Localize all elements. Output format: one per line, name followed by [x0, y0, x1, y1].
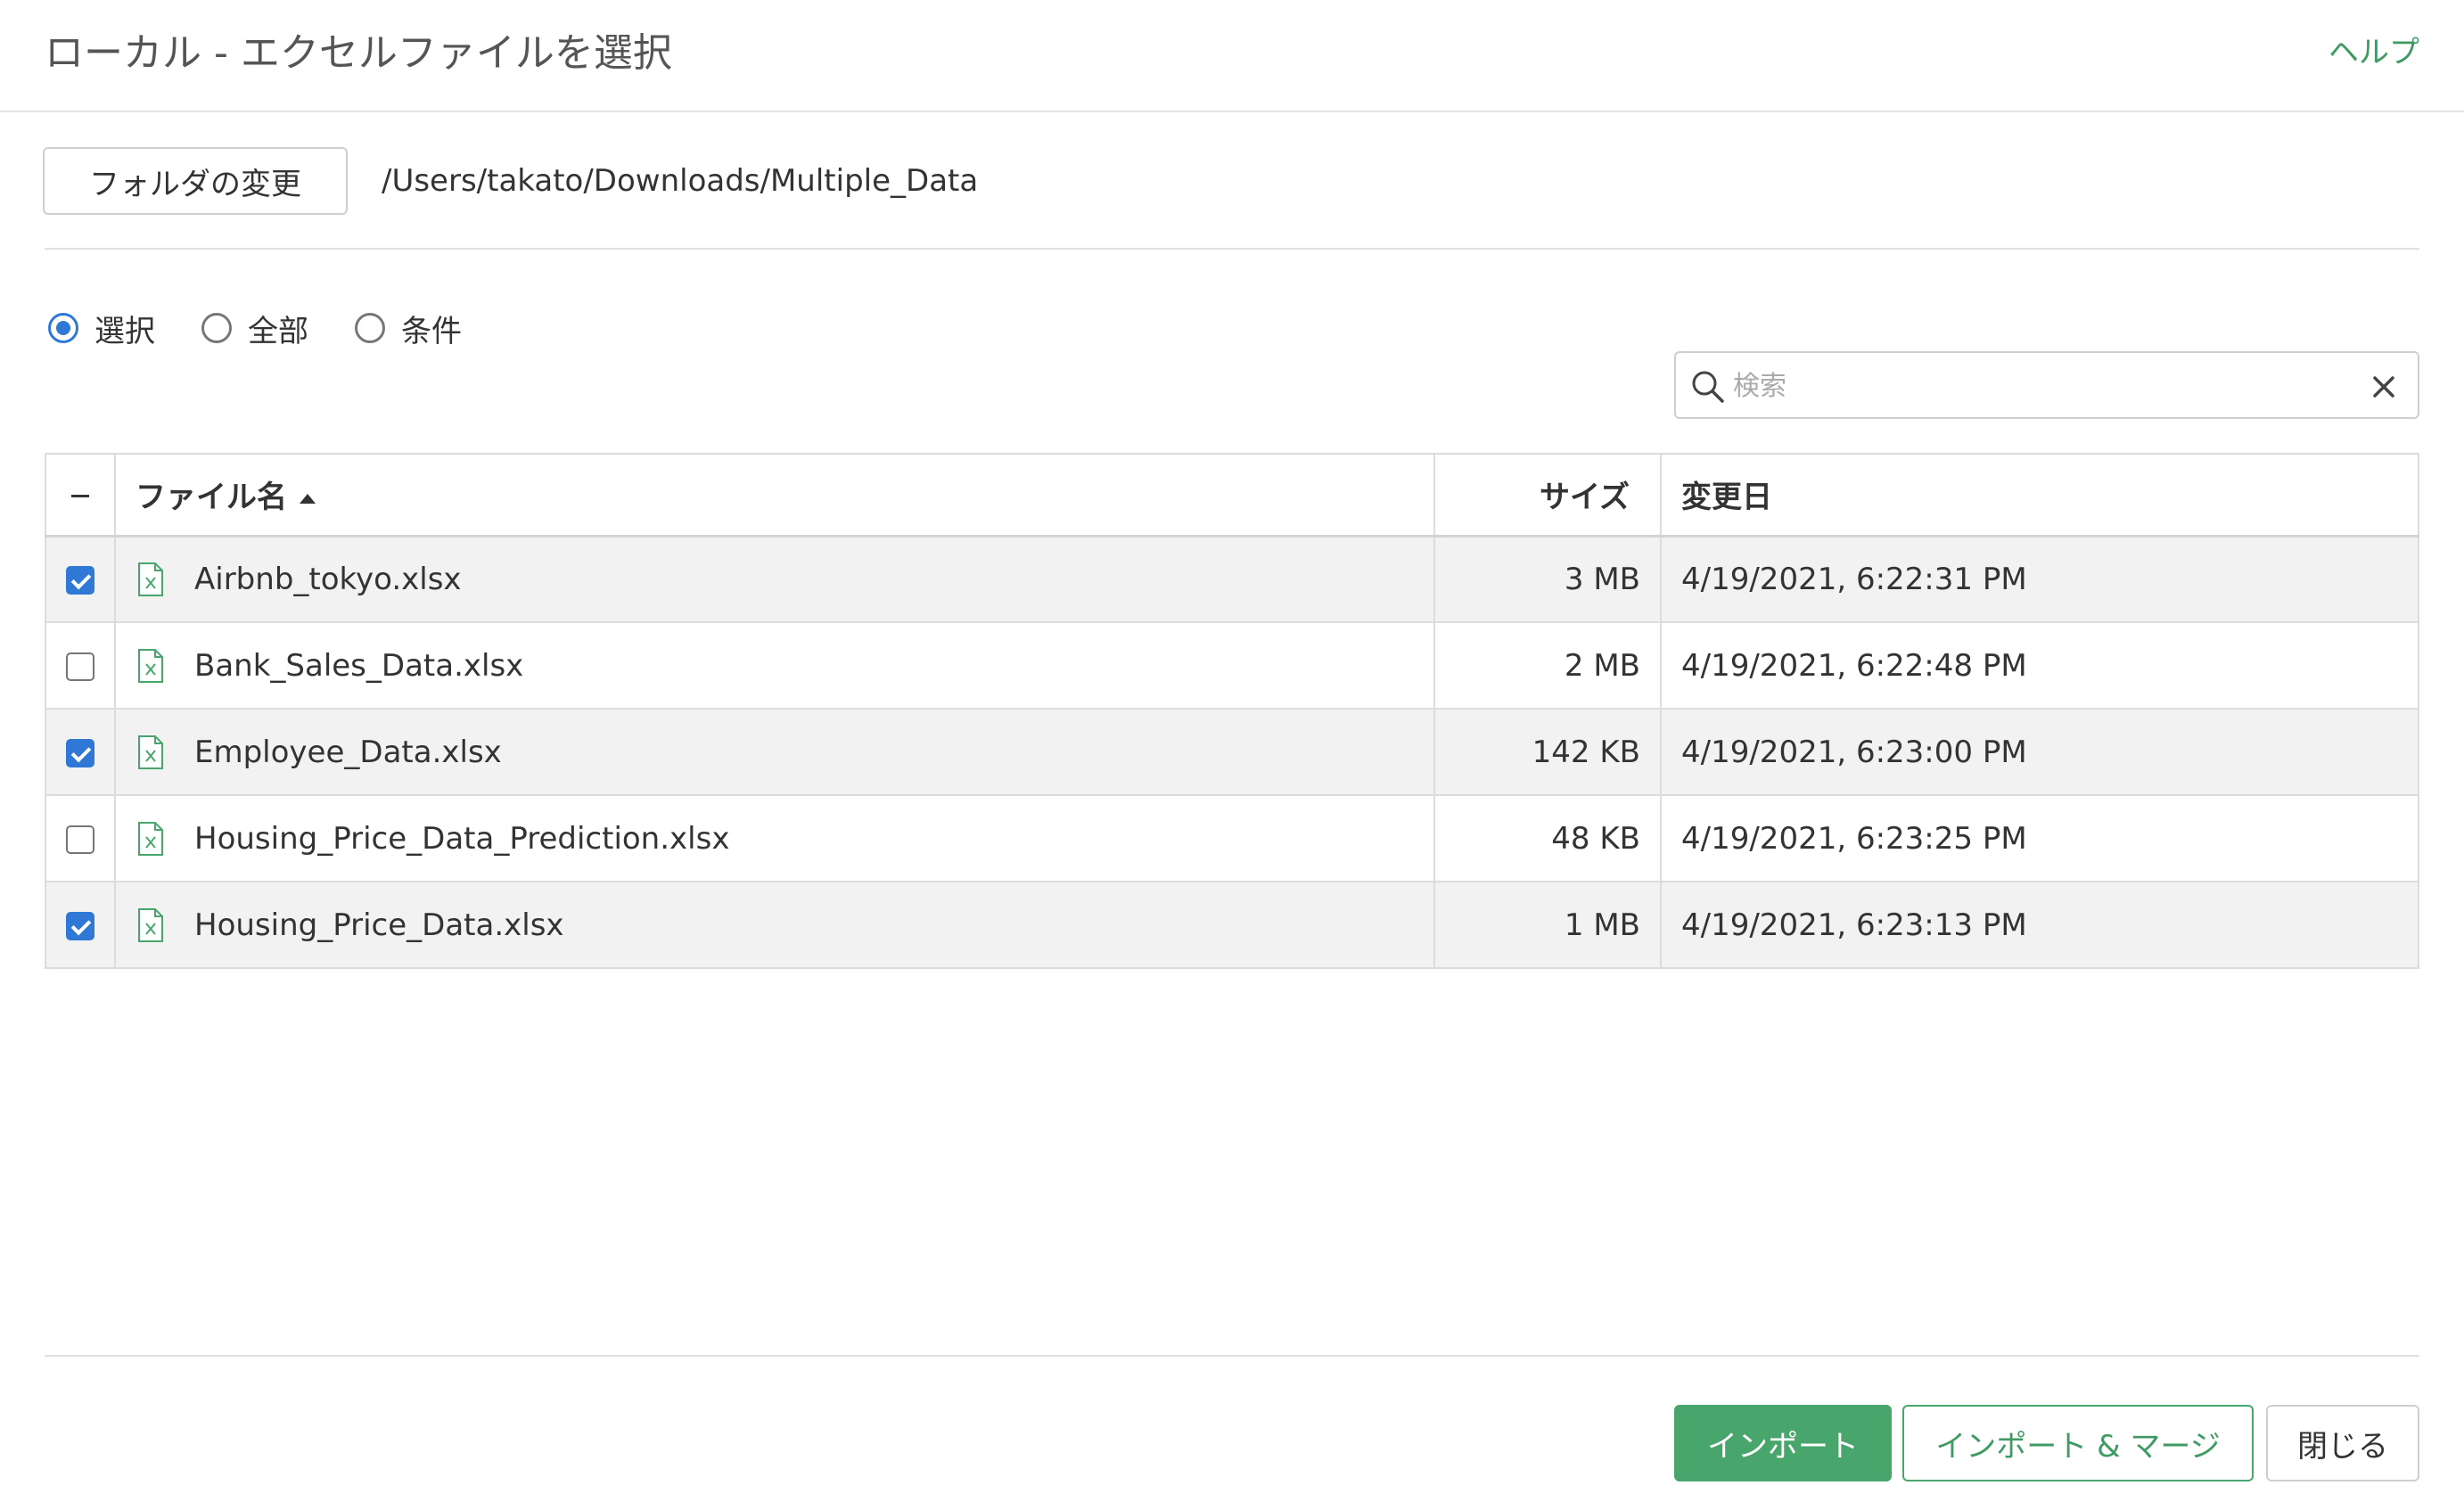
search-icon [1692, 371, 1724, 403]
excel-file-icon [138, 907, 163, 942]
row-checkbox-cell [45, 622, 116, 709]
dialog-header: ローカル - エクセルファイルを選択 ヘルプ [0, 0, 2464, 112]
row-checkbox-cell [45, 882, 116, 968]
radio-option-all[interactable]: 全部 [201, 307, 308, 350]
column-header-modified[interactable]: 変更日 [1661, 454, 2419, 536]
radio-button[interactable] [48, 313, 78, 343]
file-name: Housing_Price_Data.xlsx [194, 907, 564, 943]
column-header-name-label: ファイル名 [136, 480, 287, 516]
file-modified-date: 4/19/2021, 6:22:31 PM [1681, 561, 2027, 597]
column-header-name[interactable]: ファイル名 [115, 454, 1435, 536]
row-checkbox[interactable] [66, 566, 94, 595]
file-size: 3 MB [1434, 536, 1662, 622]
radio-label: 条件 [401, 313, 462, 349]
import-merge-button[interactable]: インポート & マージ [1902, 1405, 2254, 1481]
row-checkbox[interactable] [66, 825, 94, 854]
file-table-body: Airbnb_tokyo.xlsx 3 MB 4/19/2021, 6:22:31 … [45, 536, 2419, 968]
row-checkbox[interactable] [66, 739, 94, 767]
file-name-cell: Housing_Price_Data_Prediction.xlsx [115, 795, 1435, 882]
radio-button[interactable] [201, 313, 232, 343]
file-name-cell: Housing_Price_Data.xlsx [115, 882, 1435, 968]
help-link[interactable]: ヘルプ [2328, 30, 2419, 75]
excel-file-icon [138, 648, 163, 683]
file-table: ファイル名 サイズ 変更日 Airbnb_tokyo.xlsx 3 MB 4/19/… [45, 453, 2419, 969]
file-name: Airbnb_tokyo.xlsx [194, 561, 462, 597]
file-name: Bank_Sales_Data.xlsx [194, 647, 524, 684]
file-modified-date: 4/19/2021, 6:22:48 PM [1681, 647, 2027, 684]
excel-file-icon [138, 734, 163, 769]
radio-label: 選択 [94, 313, 155, 349]
clear-icon[interactable] [2368, 371, 2400, 403]
dialog-title: ローカル - エクセルファイルを選択 [45, 30, 672, 76]
radio-button[interactable] [355, 313, 385, 343]
file-name-cell: Bank_Sales_Data.xlsx [115, 622, 1435, 709]
row-checkbox[interactable] [66, 652, 94, 681]
file-size: 1 MB [1434, 882, 1662, 968]
column-header-size-label: サイズ [1540, 480, 1630, 516]
divider [45, 248, 2419, 250]
table-row[interactable]: Bank_Sales_Data.xlsx 2 MB 4/19/2021, 6:22:… [45, 622, 2419, 709]
file-size: 2 MB [1434, 622, 1662, 709]
file-modified-date: 4/19/2021, 6:23:00 PM [1681, 734, 2027, 770]
close-button[interactable]: 閉じる [2266, 1405, 2419, 1481]
table-row[interactable]: Housing_Price_Data_Prediction.xlsx 48 KB 4… [45, 795, 2419, 882]
table-row[interactable]: Housing_Price_Data.xlsx 1 MB 4/19/2021, 6:… [45, 882, 2419, 968]
row-checkbox-cell [45, 795, 116, 882]
excel-file-icon [138, 821, 163, 856]
row-checkbox-cell [45, 709, 116, 795]
table-header-row: ファイル名 サイズ 変更日 [45, 454, 2419, 536]
selection-mode-radio-group: 選択 全部 条件 [48, 303, 508, 353]
table-row[interactable]: Airbnb_tokyo.xlsx 3 MB 4/19/2021, 6:22:31 … [45, 536, 2419, 622]
search-box [1674, 351, 2419, 419]
search-input[interactable] [1731, 360, 2337, 412]
file-modified-date: 4/19/2021, 6:23:13 PM [1681, 907, 2027, 943]
radio-option-select[interactable]: 選択 [48, 307, 155, 350]
divider [45, 1355, 2419, 1357]
sort-ascending-icon [300, 494, 316, 505]
radio-label: 全部 [248, 313, 308, 349]
excel-file-icon [138, 562, 163, 596]
column-header-size[interactable]: サイズ [1434, 454, 1662, 536]
file-name-cell: Airbnb_tokyo.xlsx [115, 536, 1435, 622]
file-size: 142 KB [1434, 709, 1662, 795]
column-header-modified-label: 変更日 [1681, 480, 1772, 516]
deselect-all-icon[interactable] [71, 494, 89, 497]
radio-option-condition[interactable]: 条件 [355, 307, 462, 350]
select-all-header[interactable] [45, 454, 116, 536]
file-modified-date: 4/19/2021, 6:23:25 PM [1681, 820, 2027, 857]
row-checkbox[interactable] [66, 912, 94, 940]
row-checkbox-cell [45, 536, 116, 622]
folder-path: /Users/takato/Downloads/Multiple_Data [382, 163, 979, 199]
change-folder-button[interactable]: フォルダの変更 [43, 147, 348, 215]
file-size: 48 KB [1434, 795, 1662, 882]
excel-file-select-dialog: ローカル - エクセルファイルを選択 ヘルプ フォルダの変更 /Users/ta… [0, 0, 2464, 1510]
import-button[interactable]: インポート [1674, 1405, 1892, 1481]
file-name: Employee_Data.xlsx [194, 734, 502, 770]
file-name: Housing_Price_Data_Prediction.xlsx [194, 820, 730, 857]
file-name-cell: Employee_Data.xlsx [115, 709, 1435, 795]
table-row[interactable]: Employee_Data.xlsx 142 KB 4/19/2021, 6:23:… [45, 709, 2419, 795]
